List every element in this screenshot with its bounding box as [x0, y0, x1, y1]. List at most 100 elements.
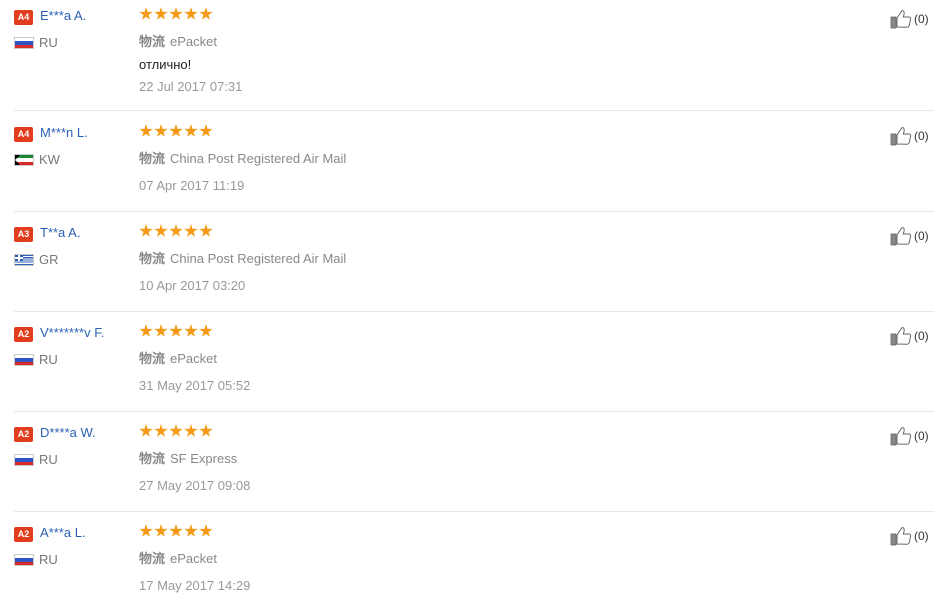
shipping-info: 物流 China Post Registered Air Mail	[139, 148, 346, 167]
shipping-info: 物流 ePacket	[139, 548, 217, 567]
star-icon	[154, 324, 168, 337]
review-item: A2 D****a W. RU 物流 SF Express 27 May 2017…	[14, 417, 934, 512]
buyer-level-badge: A2	[14, 327, 33, 342]
buyer-level-badge: A4	[14, 127, 33, 142]
country-flag-icon	[14, 37, 34, 49]
shipping-method: SF Express	[170, 451, 238, 466]
shipping-method: ePacket	[170, 351, 217, 366]
helpful-button[interactable]: (0)	[890, 125, 929, 147]
shipping-label: 物流	[139, 251, 166, 266]
helpful-button[interactable]: (0)	[890, 325, 929, 347]
shipping-method: China Post Registered Air Mail	[170, 251, 347, 266]
helpful-count: (0)	[914, 329, 929, 343]
star-icon	[184, 524, 198, 537]
helpful-button[interactable]: (0)	[890, 225, 929, 247]
shipping-method: ePacket	[170, 34, 217, 49]
review-item: A4 M***n L. KW 物流 China Post Registered A…	[14, 117, 934, 212]
star-rating	[139, 124, 214, 140]
helpful-count: (0)	[914, 429, 929, 443]
country-code: RU	[39, 352, 58, 367]
shipping-info: 物流 SF Express	[139, 448, 237, 467]
star-icon	[139, 7, 153, 20]
shipping-info: 物流 ePacket	[139, 31, 217, 50]
helpful-count: (0)	[914, 129, 929, 143]
star-icon	[154, 224, 168, 237]
star-rating	[139, 224, 214, 240]
review-comment: отлично!	[139, 57, 192, 72]
star-icon	[184, 424, 198, 437]
review-date: 27 May 2017 09:08	[139, 478, 251, 493]
shipping-label: 物流	[139, 551, 166, 566]
thumbs-up-icon	[890, 226, 912, 246]
shipping-label: 物流	[139, 151, 166, 166]
star-icon	[154, 124, 168, 137]
buyer-level-badge: A2	[14, 527, 33, 542]
star-rating	[139, 424, 214, 440]
star-icon	[169, 7, 183, 20]
helpful-count: (0)	[914, 529, 929, 543]
country-flag-icon	[14, 354, 34, 366]
thumbs-up-icon	[890, 9, 912, 29]
star-icon	[139, 324, 153, 337]
buyer-name-link[interactable]: V*******v F.	[40, 325, 104, 340]
country-code: RU	[39, 35, 58, 50]
thumbs-up-icon	[890, 526, 912, 546]
star-icon	[199, 7, 213, 20]
star-icon	[184, 124, 198, 137]
star-icon	[154, 7, 168, 20]
star-icon	[139, 424, 153, 437]
review-date: 22 Jul 2017 07:31	[139, 79, 243, 94]
shipping-label: 物流	[139, 451, 166, 466]
buyer-level-badge: A2	[14, 427, 33, 442]
review-item: A3 T**a A. GR 物流 China Post Registered Ai…	[14, 217, 934, 312]
buyer-name-link[interactable]: D****a W.	[40, 425, 96, 440]
country-flag-icon	[14, 554, 34, 566]
country-flag-icon	[14, 254, 34, 266]
star-icon	[184, 7, 198, 20]
star-icon	[169, 224, 183, 237]
helpful-count: (0)	[914, 229, 929, 243]
star-icon	[199, 324, 213, 337]
buyer-name-link[interactable]: A***a L.	[40, 525, 86, 540]
helpful-button[interactable]: (0)	[890, 425, 929, 447]
star-icon	[184, 224, 198, 237]
buyer-name-link[interactable]: T**a A.	[40, 225, 80, 240]
buyer-level-badge: A3	[14, 227, 33, 242]
country-code: GR	[39, 252, 59, 267]
star-icon	[169, 124, 183, 137]
star-icon	[154, 424, 168, 437]
helpful-button[interactable]: (0)	[890, 8, 929, 30]
shipping-info: 物流 China Post Registered Air Mail	[139, 248, 346, 267]
country-code: RU	[39, 552, 58, 567]
thumbs-up-icon	[890, 126, 912, 146]
country-flag-icon	[14, 154, 34, 166]
star-icon	[169, 524, 183, 537]
helpful-count: (0)	[914, 12, 929, 26]
star-rating	[139, 324, 214, 340]
shipping-method: ePacket	[170, 551, 217, 566]
star-icon	[169, 324, 183, 337]
star-icon	[139, 224, 153, 237]
buyer-name-link[interactable]: M***n L.	[40, 125, 88, 140]
buyer-name-link[interactable]: E***a A.	[40, 8, 86, 23]
country-flag-icon	[14, 454, 34, 466]
shipping-info: 物流 ePacket	[139, 348, 217, 367]
star-icon	[199, 224, 213, 237]
review-date: 17 May 2017 14:29	[139, 578, 251, 593]
review-date: 07 Apr 2017 11:19	[139, 178, 245, 193]
thumbs-up-icon	[890, 326, 912, 346]
star-icon	[199, 124, 213, 137]
country-code: RU	[39, 452, 58, 467]
shipping-label: 物流	[139, 34, 166, 49]
star-icon	[154, 524, 168, 537]
review-item: A4 E***a A. RU 物流 ePacket отлично! 22 Jul…	[14, 0, 934, 111]
review-date: 31 May 2017 05:52	[139, 378, 251, 393]
shipping-method: China Post Registered Air Mail	[170, 151, 347, 166]
star-icon	[169, 424, 183, 437]
buyer-level-badge: A4	[14, 10, 33, 25]
star-icon	[139, 524, 153, 537]
country-code: KW	[39, 152, 60, 167]
star-icon	[199, 424, 213, 437]
helpful-button[interactable]: (0)	[890, 525, 929, 547]
star-icon	[139, 124, 153, 137]
